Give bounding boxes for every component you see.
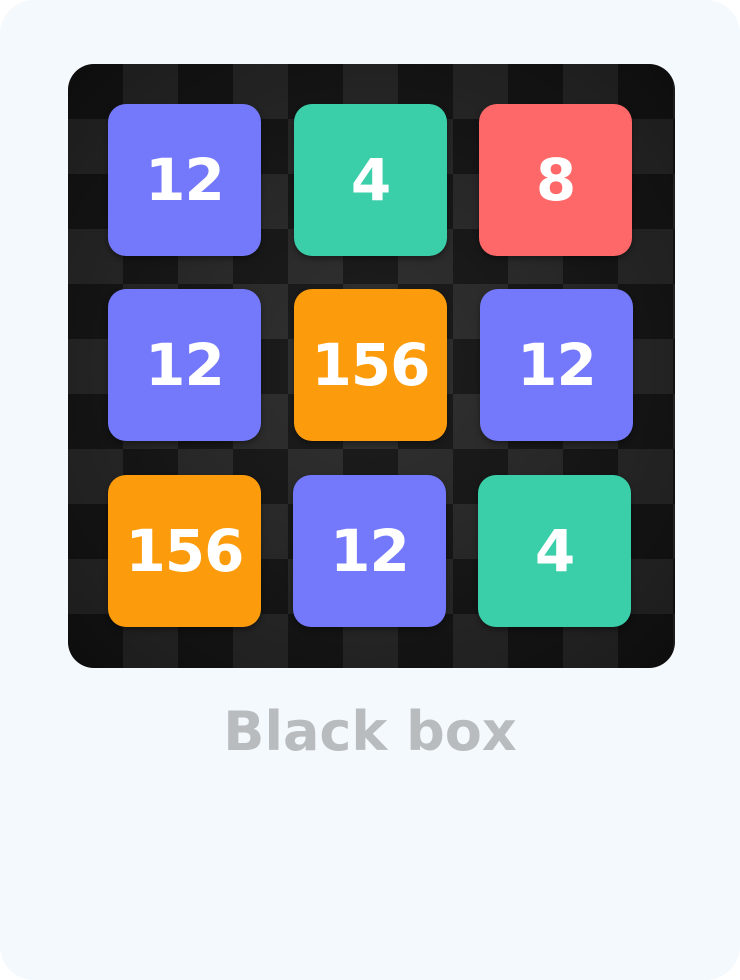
- tile-value: 156: [125, 517, 244, 585]
- tile: 156: [108, 475, 261, 627]
- tile-value: 4: [350, 146, 391, 214]
- theme-card[interactable]: 12 4 8 12 156 12 156 12 4 Black box: [0, 0, 740, 980]
- tile-value: 156: [311, 331, 430, 399]
- tile: 156: [294, 289, 447, 441]
- tile: 12: [108, 104, 261, 256]
- tile: 4: [478, 475, 631, 627]
- tile-value: 12: [145, 146, 225, 214]
- tile: 12: [293, 475, 446, 627]
- tile-value: 8: [535, 146, 576, 214]
- theme-name-label: Black box: [223, 700, 517, 763]
- game-board-preview: 12 4 8 12 156 12 156 12 4: [68, 64, 675, 668]
- tile-value: 12: [517, 331, 597, 399]
- tile-value: 4: [534, 517, 575, 585]
- tile: 12: [480, 289, 633, 441]
- tile: 12: [108, 289, 261, 441]
- tile: 8: [479, 104, 632, 256]
- tile-value: 12: [330, 517, 410, 585]
- tile: 4: [294, 104, 447, 256]
- tile-value: 12: [145, 331, 225, 399]
